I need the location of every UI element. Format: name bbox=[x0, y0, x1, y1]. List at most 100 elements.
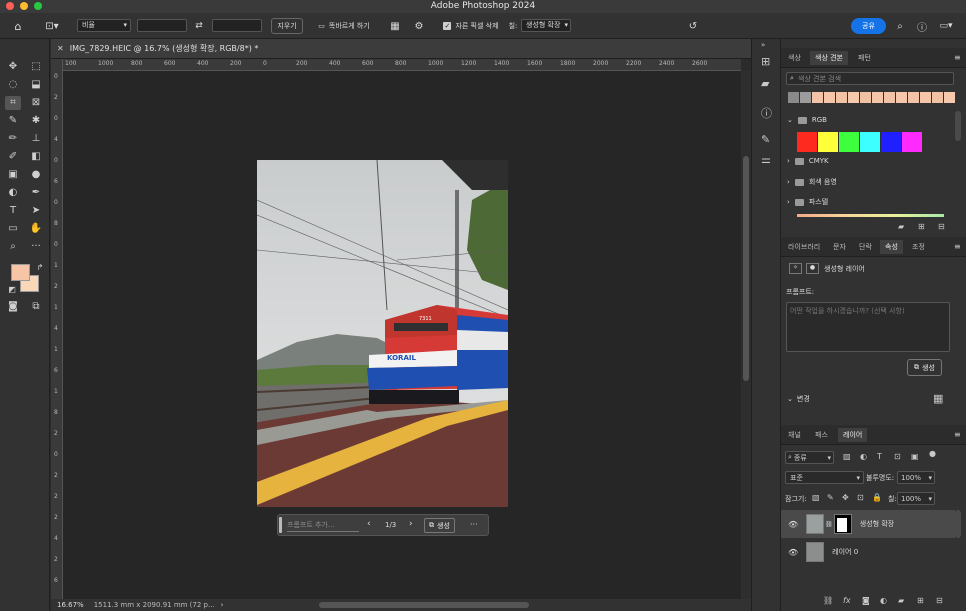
visibility-eye-icon[interactable]: 👁 bbox=[788, 520, 798, 529]
grid-view-icon[interactable]: ▦ bbox=[933, 392, 943, 405]
recent-swatch[interactable] bbox=[896, 92, 907, 103]
variations-section[interactable]: ⌄ 변경 bbox=[787, 394, 810, 404]
zoom-level[interactable]: 16.67% bbox=[57, 601, 84, 609]
clone-stamp-tool-icon[interactable]: ⊥ bbox=[28, 132, 44, 146]
rgb-swatch[interactable] bbox=[881, 132, 901, 152]
tab-character[interactable]: 문자 bbox=[828, 240, 851, 254]
panel-menu-icon[interactable]: ≡ bbox=[954, 242, 961, 251]
help-icon[interactable]: ⓘ bbox=[915, 18, 929, 34]
gear-icon[interactable]: ⚙ bbox=[412, 18, 426, 34]
gradient-tool-icon[interactable]: ▣ bbox=[5, 168, 21, 182]
recent-swatch[interactable] bbox=[824, 92, 835, 103]
recent-swatch[interactable] bbox=[944, 92, 955, 103]
trash-icon[interactable]: ⊟ bbox=[936, 596, 943, 605]
hand-tool-icon[interactable]: ✋ bbox=[28, 222, 44, 236]
tab-channels[interactable]: 채널 bbox=[783, 428, 806, 442]
recent-swatch[interactable] bbox=[872, 92, 883, 103]
straighten-button[interactable]: ▭ 똑바르게 하기 bbox=[312, 18, 376, 34]
layer-row-layer0[interactable]: 👁 레이어 0 bbox=[781, 538, 955, 566]
swatches-scrollbar[interactable] bbox=[955, 111, 961, 141]
grid-overlay-icon[interactable]: ▦ bbox=[388, 18, 402, 34]
spot-healing-tool-icon[interactable]: ✱ bbox=[28, 114, 44, 128]
tab-libraries[interactable]: 라이브러리 bbox=[783, 240, 825, 254]
home-icon[interactable]: ⌂ bbox=[10, 18, 26, 34]
new-swatch-icon[interactable]: ⊞ bbox=[918, 222, 925, 231]
comments-icon[interactable]: ▰ bbox=[761, 77, 769, 90]
share-button[interactable]: 공유 bbox=[851, 18, 886, 34]
swatch-group-pastel[interactable]: › 파스텔 bbox=[787, 197, 828, 207]
rectangle-tool-icon[interactable]: ▭ bbox=[5, 222, 21, 236]
lock-pixels-icon[interactable]: ✎ bbox=[827, 493, 834, 502]
swatch-group-grayscale[interactable]: › 회색 음영 bbox=[787, 177, 837, 187]
panel-menu-icon[interactable]: ≡ bbox=[954, 53, 961, 62]
document-tab[interactable]: ✕ IMG_7829.HEIC @ 16.7% (생성형 확장, RGB/8*)… bbox=[51, 39, 751, 59]
prompt-input[interactable]: 프롬프트 추가... bbox=[287, 519, 359, 532]
tab-color[interactable]: 색상 bbox=[783, 51, 806, 65]
prompt-textarea[interactable]: 어떤 작업을 하시겠습니까? (선택 사항) bbox=[786, 302, 950, 352]
swatch-group-rgb[interactable]: ⌄ RGB bbox=[787, 116, 827, 124]
new-group-icon[interactable]: ▰ bbox=[898, 222, 904, 231]
tab-adjustments[interactable]: 조정 bbox=[907, 240, 930, 254]
filter-type-icon[interactable]: T bbox=[877, 452, 882, 461]
recent-swatch[interactable] bbox=[908, 92, 919, 103]
recent-swatch[interactable] bbox=[884, 92, 895, 103]
next-variation-icon[interactable]: › bbox=[409, 519, 413, 529]
height-field[interactable] bbox=[212, 19, 262, 32]
info-icon[interactable]: ⓘ bbox=[761, 105, 772, 121]
pen-tool-icon[interactable]: ✒ bbox=[28, 186, 44, 200]
eyedropper-tool-icon[interactable]: ✎ bbox=[5, 114, 21, 128]
ratio-select[interactable]: 비율 ▾ bbox=[77, 19, 131, 32]
workspace-icon[interactable]: ▭▾ bbox=[935, 18, 957, 34]
tab-layers[interactable]: 레이어 bbox=[838, 428, 868, 442]
swatch-group-cmyk[interactable]: › CMYK bbox=[787, 157, 829, 165]
filter-pixel-icon[interactable]: ▨ bbox=[843, 452, 851, 461]
more-tools-icon[interactable]: ··· bbox=[28, 240, 44, 254]
opacity-field[interactable]: 100% ▾ bbox=[897, 471, 935, 484]
delete-cropped-pixels-checkbox[interactable]: ✓ 자른 픽셀 삭제 bbox=[439, 18, 503, 34]
document-image[interactable]: KORAIL 7311 bbox=[257, 160, 508, 507]
move-tool-icon[interactable]: ✥ bbox=[5, 60, 21, 74]
dodge-tool-icon[interactable]: ◐ bbox=[5, 186, 21, 200]
horizontal-scroll-thumb[interactable] bbox=[319, 602, 529, 608]
previous-variation-icon[interactable]: ‹ bbox=[367, 519, 371, 529]
new-layer-icon[interactable]: ⊞ bbox=[917, 596, 924, 605]
lock-position-icon[interactable]: ✥ bbox=[842, 493, 849, 502]
recent-swatch[interactable] bbox=[836, 92, 847, 103]
more-options-icon[interactable]: ··· bbox=[470, 520, 478, 529]
properties-generate-button[interactable]: ⧉ 생성 bbox=[907, 359, 942, 376]
brush-tool-icon[interactable]: ✏ bbox=[5, 132, 21, 146]
layer-filter-select[interactable]: ⌕ 종류 ▾ bbox=[785, 451, 834, 464]
quick-mask-icon[interactable]: ◙ bbox=[5, 300, 21, 314]
object-select-tool-icon[interactable]: ⬓ bbox=[28, 78, 44, 92]
crop-tool-icon[interactable]: ⌗ bbox=[5, 96, 21, 110]
rgb-swatch[interactable] bbox=[818, 132, 838, 152]
tab-paragraph[interactable]: 단락 bbox=[854, 240, 877, 254]
rgb-swatch[interactable] bbox=[839, 132, 859, 152]
swatch-search-input[interactable]: ⌕ 색상 견본 검색 bbox=[786, 72, 954, 85]
add-mask-icon[interactable]: ◙ bbox=[862, 596, 870, 605]
rgb-swatch[interactable] bbox=[797, 132, 817, 152]
clear-button[interactable]: 지우기 bbox=[271, 18, 303, 34]
blend-mode-select[interactable]: 표준 ▾ bbox=[785, 471, 864, 484]
collapse-panels-icon[interactable]: » bbox=[761, 41, 765, 49]
swap-colors-icon[interactable]: ↱ bbox=[32, 261, 48, 275]
visibility-eye-icon[interactable]: 👁 bbox=[788, 548, 798, 557]
filter-toggle-icon[interactable]: ● bbox=[929, 449, 936, 458]
fx-icon[interactable]: fx bbox=[843, 596, 851, 605]
close-window-button[interactable] bbox=[6, 2, 14, 10]
marquee-tool-icon[interactable]: ⬚ bbox=[28, 60, 44, 74]
recent-swatch[interactable] bbox=[860, 92, 871, 103]
lock-artboard-icon[interactable]: ⊡ bbox=[857, 493, 864, 502]
tab-swatches[interactable]: 색상 견본 bbox=[810, 51, 848, 65]
minimize-window-button[interactable] bbox=[20, 2, 28, 10]
brush-settings-icon[interactable]: ✎ bbox=[761, 133, 770, 146]
vertical-scroll-thumb[interactable] bbox=[743, 156, 749, 381]
lasso-tool-icon[interactable]: ◌ bbox=[5, 78, 21, 92]
fill-select[interactable]: 생성형 확장 ▾ bbox=[521, 19, 571, 32]
filter-adjustment-icon[interactable]: ◐ bbox=[860, 452, 867, 461]
status-chevron-icon[interactable]: › bbox=[221, 601, 224, 609]
default-colors-icon[interactable]: ◩ bbox=[4, 283, 20, 297]
history-brush-tool-icon[interactable]: ✐ bbox=[5, 150, 21, 164]
zoom-window-button[interactable] bbox=[34, 2, 42, 10]
vertical-scrollbar[interactable] bbox=[741, 71, 751, 599]
